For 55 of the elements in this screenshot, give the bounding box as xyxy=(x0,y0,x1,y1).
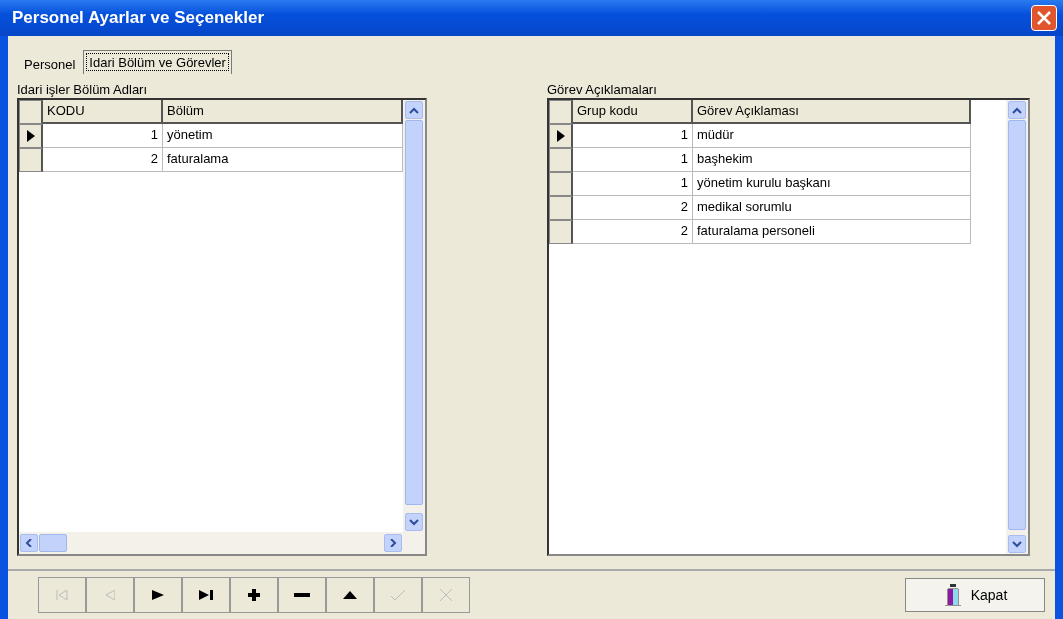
table-cell: yönetim kurulu başkanı xyxy=(693,172,971,196)
row-indicator[interactable] xyxy=(19,148,43,172)
navigator-button[interactable] xyxy=(182,577,230,613)
close-icon xyxy=(1037,11,1051,25)
table-cell: 1 xyxy=(573,172,693,196)
window-title: Personel Ayarlar ve Seçenekler xyxy=(12,8,264,28)
navigator-button[interactable] xyxy=(278,577,326,613)
current-row-icon xyxy=(556,130,565,142)
table-cell: faturalama personeli xyxy=(693,220,971,244)
column-header[interactable]: Grup kodu xyxy=(573,100,693,124)
prior-record-icon xyxy=(105,590,115,600)
vertical-scrollbar[interactable] xyxy=(403,100,425,554)
table-cell: yönetim xyxy=(163,124,403,148)
row-indicator[interactable] xyxy=(549,124,573,148)
close-text-button[interactable]: Kapat xyxy=(905,578,1045,612)
table-cell: faturalama xyxy=(163,148,403,172)
table-cell: 2 xyxy=(43,148,163,172)
next-record-icon xyxy=(152,590,164,600)
minus-icon xyxy=(294,593,310,597)
vertical-scrollbar[interactable] xyxy=(1006,100,1028,554)
table-cell: başhekim xyxy=(693,148,971,172)
navigator-button[interactable] xyxy=(134,577,182,613)
scroll-thumb[interactable] xyxy=(1008,120,1026,530)
current-row-icon xyxy=(26,130,35,142)
last-record-icon xyxy=(199,590,213,600)
table-cell: medikal sorumlu xyxy=(693,196,971,220)
horizontal-scrollbar[interactable] xyxy=(19,532,403,554)
table-cell: 2 xyxy=(573,196,693,220)
table-cell: 1 xyxy=(43,124,163,148)
column-header[interactable]: Bölüm xyxy=(163,100,403,124)
row-indicator[interactable] xyxy=(549,172,573,196)
row-indicator[interactable] xyxy=(19,124,43,148)
grid-caption: Idari işler Bölüm Adları xyxy=(17,82,149,98)
grid-caption: Görev Açıklamaları xyxy=(547,82,658,98)
table-cell: 1 xyxy=(573,148,693,172)
navigator-button[interactable] xyxy=(326,577,374,613)
navigator-button[interactable] xyxy=(230,577,278,613)
table-cell: müdür xyxy=(693,124,971,148)
cross-icon xyxy=(440,589,452,601)
table-cell: 1 xyxy=(573,124,693,148)
column-header[interactable]: Görev Açıklaması xyxy=(693,100,971,124)
plus-icon xyxy=(248,589,260,601)
scroll-thumb[interactable] xyxy=(39,534,67,552)
close-button[interactable] xyxy=(1031,5,1057,31)
check-icon xyxy=(391,590,405,600)
row-indicator[interactable] xyxy=(549,196,573,220)
up-triangle-icon xyxy=(343,591,357,599)
table-cell: 2 xyxy=(573,220,693,244)
first-record-icon xyxy=(56,590,68,600)
scroll-thumb[interactable] xyxy=(405,120,423,505)
door-icon xyxy=(942,584,963,606)
tab[interactable]: Idari Bölüm ve Görevler xyxy=(83,50,232,74)
row-indicator[interactable] xyxy=(549,148,573,172)
column-header[interactable]: KODU xyxy=(43,100,163,124)
row-indicator[interactable] xyxy=(549,220,573,244)
